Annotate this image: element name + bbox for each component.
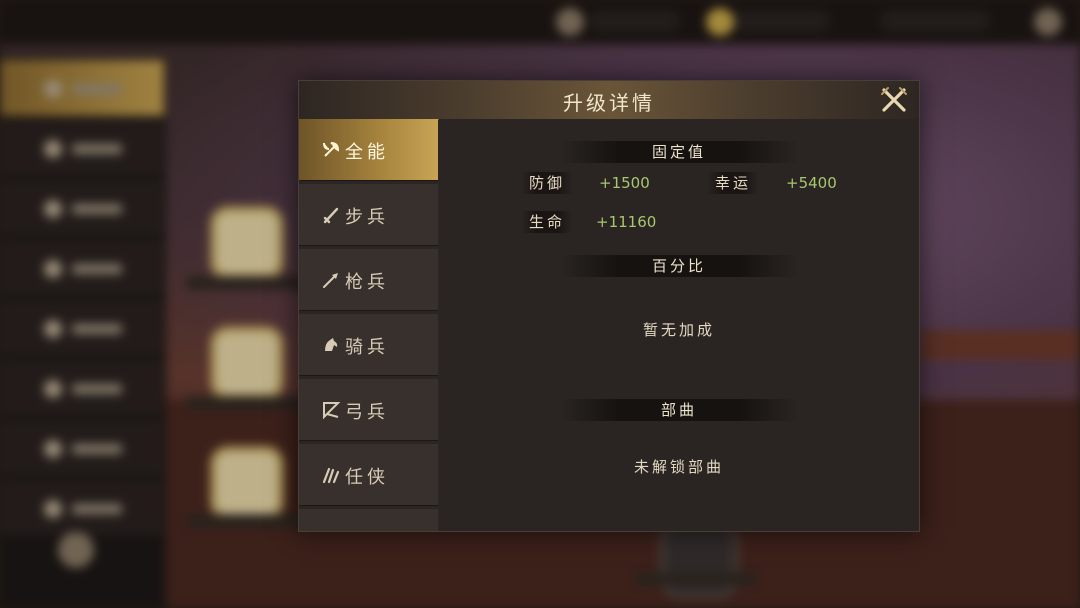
tab-all-round[interactable]: 全能 bbox=[299, 119, 438, 181]
percent-header: 百分比 bbox=[559, 255, 799, 277]
tab-archer[interactable]: 弓兵 bbox=[299, 379, 438, 441]
troops-empty-text: 未解锁部曲 bbox=[633, 458, 724, 476]
percent-empty-text: 暂无加成 bbox=[642, 321, 715, 339]
stat-name-hp: 生命 bbox=[521, 211, 574, 233]
bow-icon bbox=[321, 400, 341, 420]
tab-infantry[interactable]: 步兵 bbox=[299, 184, 438, 246]
axe-icon bbox=[321, 140, 341, 160]
troop-type-tabs: 全能 步兵 枪兵 骑兵 弓兵 任侠 bbox=[299, 119, 439, 531]
tab-label: 弓兵 bbox=[345, 402, 389, 423]
tab-label: 法术 bbox=[345, 528, 389, 531]
close-icon bbox=[881, 87, 907, 112]
tab-label: 全能 bbox=[345, 142, 389, 163]
stat-name-luck: 幸运 bbox=[707, 172, 760, 194]
tab-ranger[interactable]: 任侠 bbox=[299, 444, 438, 506]
fixed-value-header: 固定值 bbox=[559, 141, 799, 163]
close-button[interactable] bbox=[879, 85, 909, 115]
horse-icon bbox=[321, 335, 341, 355]
stat-value-hp: +11160 bbox=[596, 213, 657, 231]
tab-label: 骑兵 bbox=[345, 337, 389, 358]
stat-value-luck: +5400 bbox=[786, 174, 837, 192]
dialog-title: 升级详情 bbox=[563, 91, 655, 115]
stat-name-defense: 防御 bbox=[521, 172, 574, 194]
troops-header: 部曲 bbox=[559, 399, 799, 421]
magic-icon bbox=[321, 530, 341, 531]
tab-magic[interactable]: 法术 bbox=[299, 509, 438, 531]
tab-label: 枪兵 bbox=[345, 272, 389, 293]
dialog-title-bar: 升级详情 bbox=[299, 81, 919, 120]
upgrade-content-panel: 固定值 防御 +1500 幸运 +5400 生命 +11160 百分比 暂无加成… bbox=[439, 119, 919, 531]
tab-label: 步兵 bbox=[345, 207, 389, 228]
stat-value-defense: +1500 bbox=[599, 174, 650, 192]
tab-cavalry[interactable]: 骑兵 bbox=[299, 314, 438, 376]
tab-label: 任侠 bbox=[345, 467, 389, 488]
sword-icon bbox=[321, 205, 341, 225]
claw-icon bbox=[321, 465, 341, 485]
spear-icon bbox=[321, 270, 341, 290]
tab-spearman[interactable]: 枪兵 bbox=[299, 249, 438, 311]
upgrade-details-dialog: 升级详情 全能 步兵 枪兵 骑兵 弓兵 任侠 固定值 防御 +1500 幸运 +… bbox=[298, 80, 920, 532]
